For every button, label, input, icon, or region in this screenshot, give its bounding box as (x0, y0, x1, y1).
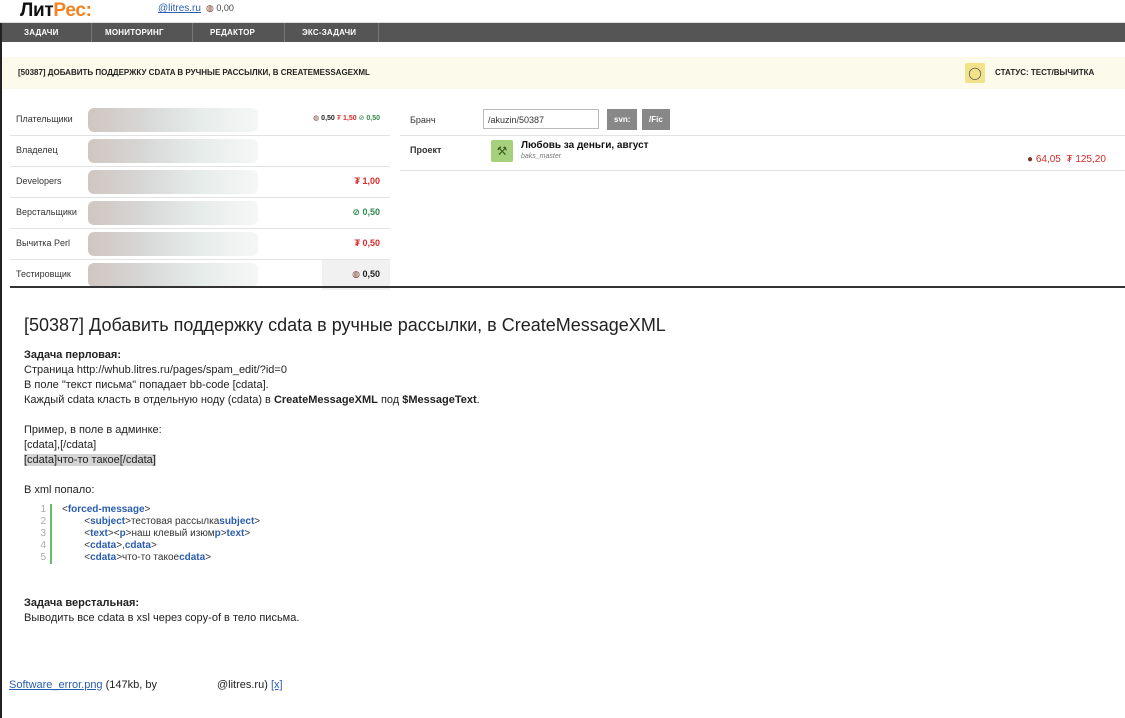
payers-values: ◍ 0,50 ₮ 1,50 ⊘ 0,50 (313, 115, 380, 122)
nav-editor[interactable]: РЕДАКТОР (198, 23, 285, 42)
remove-attachment-button[interactable]: [x] (271, 679, 283, 691)
label-layout: Верстальщики (16, 207, 77, 217)
blurred-name (88, 170, 258, 194)
xml-intro: В xml попало: (24, 484, 95, 496)
row-layout: Верстальщики ⊘ 0,50 (10, 198, 390, 229)
layout-value: ⊘ 0,50 (352, 207, 380, 217)
desc-line: В поле "текст письма" попадает bb-code [… (24, 379, 269, 391)
row-owner: Владелец (10, 136, 390, 167)
tester-value: ◍ 0,50 (352, 269, 380, 279)
code-block: 12345 <forced-message> <subject>тестовая… (32, 504, 1104, 566)
user-link[interactable]: @litres.ru (158, 3, 201, 14)
nav-ex-tasks[interactable]: ЭКС-ЗАДАЧИ (290, 23, 379, 42)
blurred-name (88, 232, 258, 256)
task-description: [50387] Добавить поддержку cdata в ручны… (24, 315, 1104, 626)
project-values: ● 64,05 ₮ 125,20 (1027, 154, 1106, 165)
divider (400, 170, 1125, 171)
attachment-link[interactable]: Software_error.png (9, 679, 103, 691)
desc-line: Каждый cdata класть в отдельную ноду (cd… (24, 394, 480, 406)
top-header: ЛитРес: @litres.ru ◍ 0,00 (0, 0, 1125, 23)
branch-label: Бранч (410, 115, 436, 125)
litres-logo[interactable]: ЛитРес: (20, 0, 92, 22)
example-line: [cdata]что-то такое[/cdata] (24, 454, 156, 466)
row-developers: Developers ₮ 1,00 (10, 167, 390, 198)
coin-icon: ◍ (206, 3, 214, 13)
project-label: Проект (410, 145, 442, 155)
task-header: [50387] ДОБАВИТЬ ПОДДЕРЖКУ CDATA В РУЧНЫ… (2, 57, 1125, 89)
people-table: Плательщики ◍ 0,50 ₮ 1,50 ⊘ 0,50 Владеле… (10, 105, 390, 290)
blurred-name (88, 139, 258, 163)
blurred-name (88, 108, 258, 132)
developers-value: ₮ 1,00 (354, 176, 380, 186)
desc-line: Страница http://whub.litres.ru/pages/spa… (24, 364, 287, 376)
svn-button[interactable]: svn: (607, 109, 638, 130)
left-border (0, 0, 2, 718)
label-perl: Вычитка Perl (16, 238, 70, 248)
perl-value: ₮ 0,50 (354, 238, 380, 248)
perl-task-title: Задача перловая: (24, 349, 121, 361)
example-intro: Пример, в поле в админке: (24, 424, 162, 436)
layout-task-title: Задача верстальная: (24, 597, 140, 609)
project-owner: baks_master (521, 153, 562, 160)
row-payers: Плательщики ◍ 0,50 ₮ 1,50 ⊘ 0,50 (10, 105, 390, 136)
divider (400, 135, 1125, 136)
nav-monitoring[interactable]: МОНИТОРИНГ (93, 23, 193, 42)
task-status[interactable]: СТАТУС: ТЕСТ/ВЫЧИТКА (995, 68, 1094, 77)
blurred-name (88, 263, 258, 287)
code-lines: <forced-message> <subject>тестовая рассы… (62, 504, 261, 563)
attachment-line: Software_error.png (147kb, by @litres.ru)… (9, 679, 283, 691)
desc-line: Выводить все cdata в xsl через copy-of в… (24, 612, 300, 624)
section-divider (10, 286, 1125, 288)
code-bar (50, 504, 52, 564)
task-title: [50387] ДОБАВИТЬ ПОДДЕРЖКУ CDATA В РУЧНЫ… (18, 68, 370, 77)
label-tester: Тестировщик (16, 269, 71, 279)
label-developers: Developers (16, 176, 62, 186)
branch-input[interactable]: /akuzin/50387 (483, 109, 599, 129)
blurred-name (88, 201, 258, 225)
balance: ◍ 0,00 (206, 3, 234, 13)
example-line: [cdata],[/cdata] (24, 439, 97, 451)
row-perl: Вычитка Perl ₮ 0,50 (10, 229, 390, 260)
label-owner: Владелец (16, 145, 58, 155)
nav-tasks[interactable]: ЗАДАЧИ (12, 23, 92, 42)
project-name[interactable]: Любовь за деньги, август (521, 140, 649, 151)
status-mouse-icon[interactable]: ◯ (965, 63, 985, 83)
label-payers: Плательщики (16, 114, 73, 124)
line-numbers: 12345 (40, 504, 46, 563)
fic-button[interactable]: /Fic (642, 109, 670, 130)
description-heading: [50387] Добавить поддержку cdata в ручны… (24, 315, 666, 335)
main-nav: ЗАДАЧИ МОНИТОРИНГ РЕДАКТОР ЭКС-ЗАДАЧИ (2, 23, 1125, 42)
project-tools-icon: ⚒ (491, 140, 513, 162)
